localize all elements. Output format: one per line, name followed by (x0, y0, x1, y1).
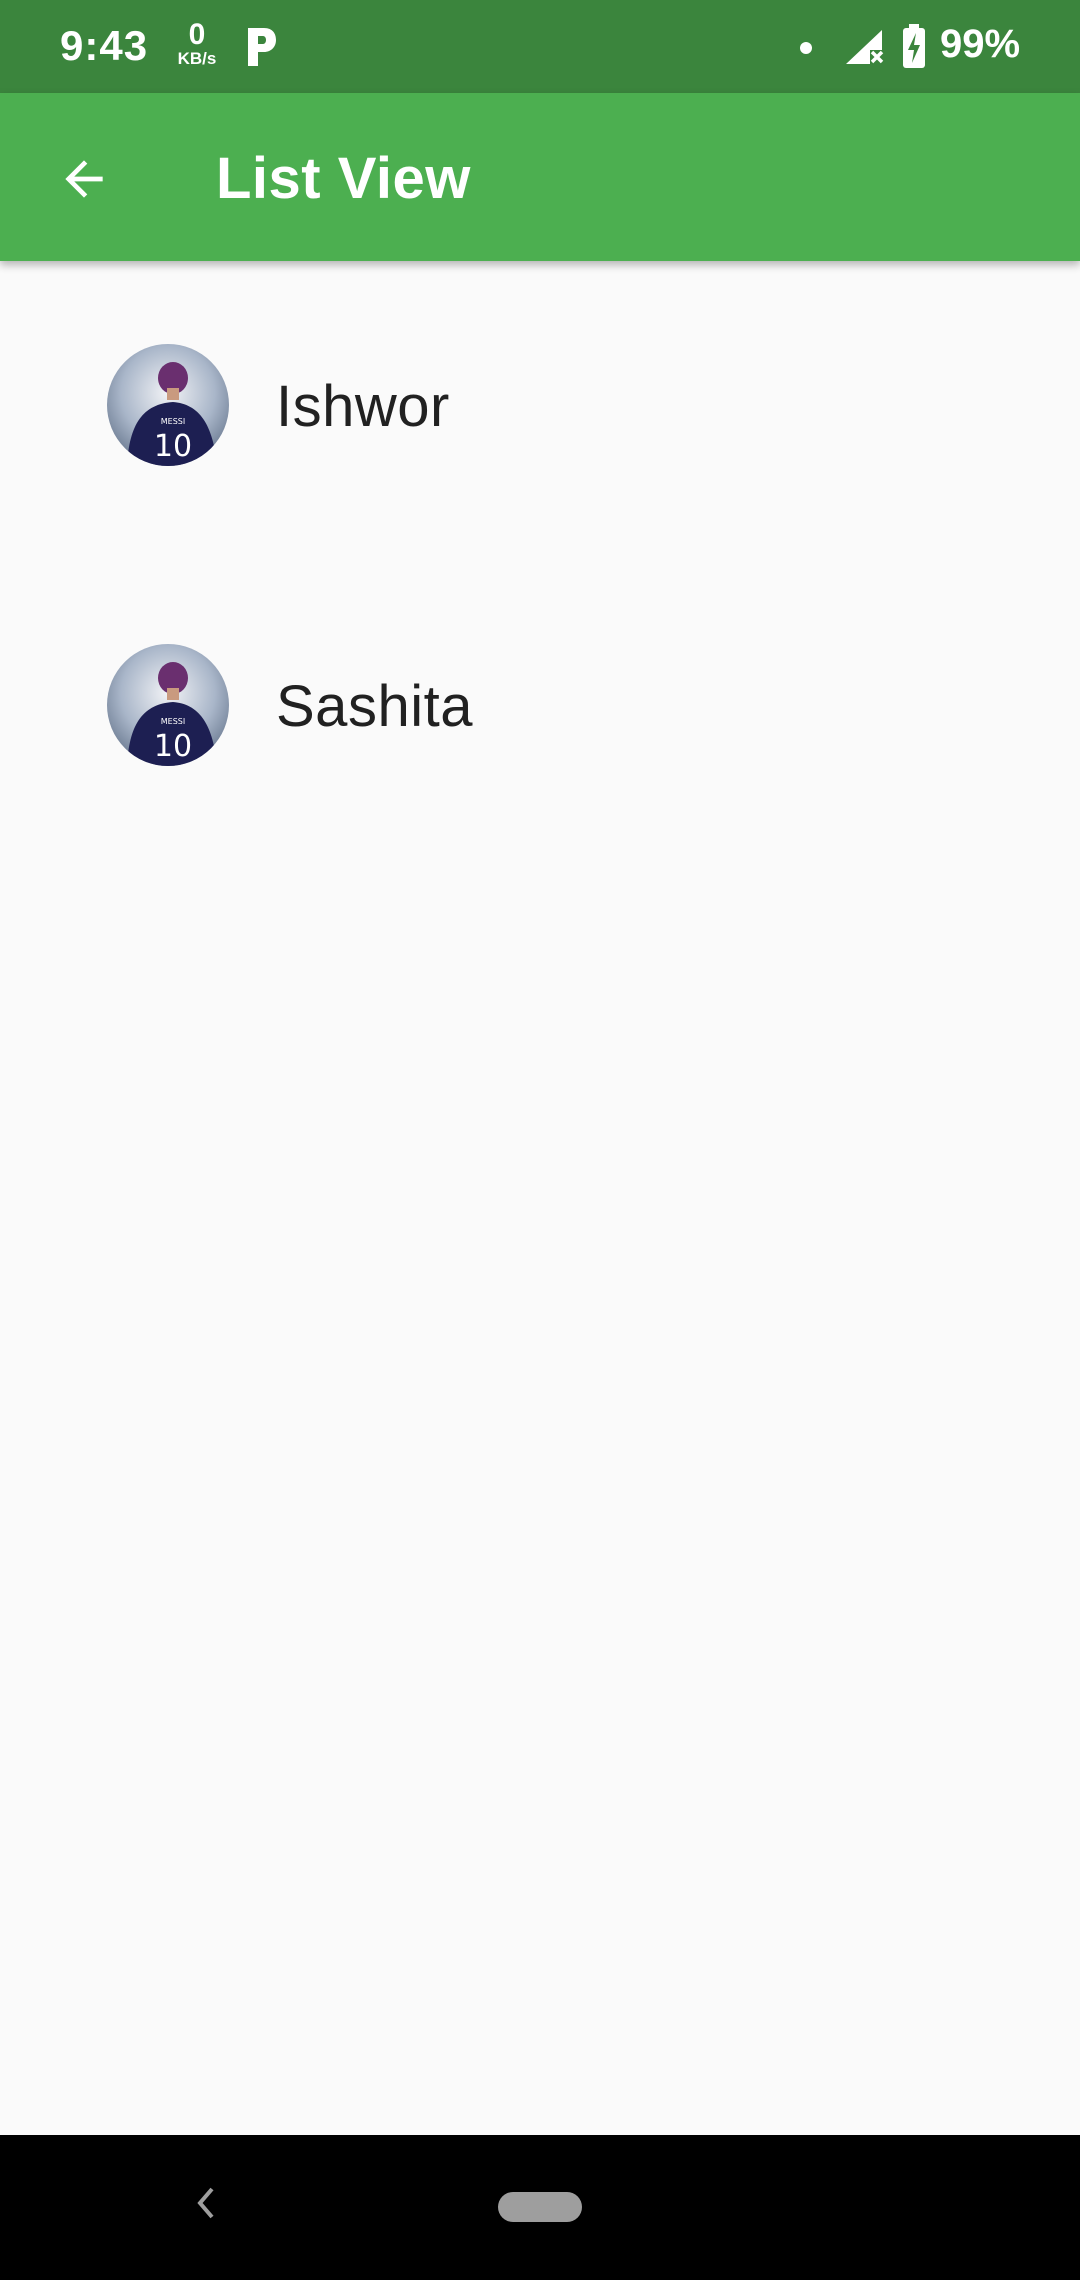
list-item-ishwor[interactable]: MESSI 10 Ishwor (0, 261, 1080, 561)
status-bar: 9:43 0 KB/s 99% (0, 0, 1080, 93)
list-view: MESSI 10 Ishwor MESSI 10 Sashita (0, 261, 1080, 861)
notification-dot-icon (800, 42, 812, 54)
nav-back-button[interactable] (186, 2173, 226, 2233)
parking-icon (244, 26, 278, 68)
page-title: List View (216, 146, 471, 211)
system-navigation-bar (0, 2135, 1080, 2280)
svg-text:10: 10 (154, 429, 192, 464)
svg-text:MESSI: MESSI (161, 717, 185, 726)
network-speed-indicator: 0 KB/s (172, 20, 222, 74)
svg-text:MESSI: MESSI (161, 417, 185, 426)
list-item-sashita[interactable]: MESSI 10 Sashita (0, 561, 1080, 861)
battery-percentage: 99% (940, 22, 1021, 66)
arrow-back-icon (65, 160, 103, 198)
svg-text:10: 10 (154, 729, 192, 764)
avatar-image-icon: MESSI 10 (107, 644, 229, 766)
signal-no-data-icon (844, 28, 884, 66)
home-pill-icon[interactable] (498, 2192, 582, 2222)
network-speed-unit: KB/s (177, 49, 217, 68)
list-item-name: Sashita (276, 674, 473, 739)
chevron-left-icon (197, 2187, 214, 2219)
status-time: 9:43 (60, 22, 149, 69)
app-bar: List View (0, 93, 1080, 261)
battery-charging-icon (902, 24, 926, 68)
list-item-name: Ishwor (276, 374, 450, 439)
avatar-image-icon: MESSI 10 (107, 344, 229, 466)
network-speed-value: 0 (188, 18, 206, 51)
back-button[interactable] (40, 135, 128, 223)
